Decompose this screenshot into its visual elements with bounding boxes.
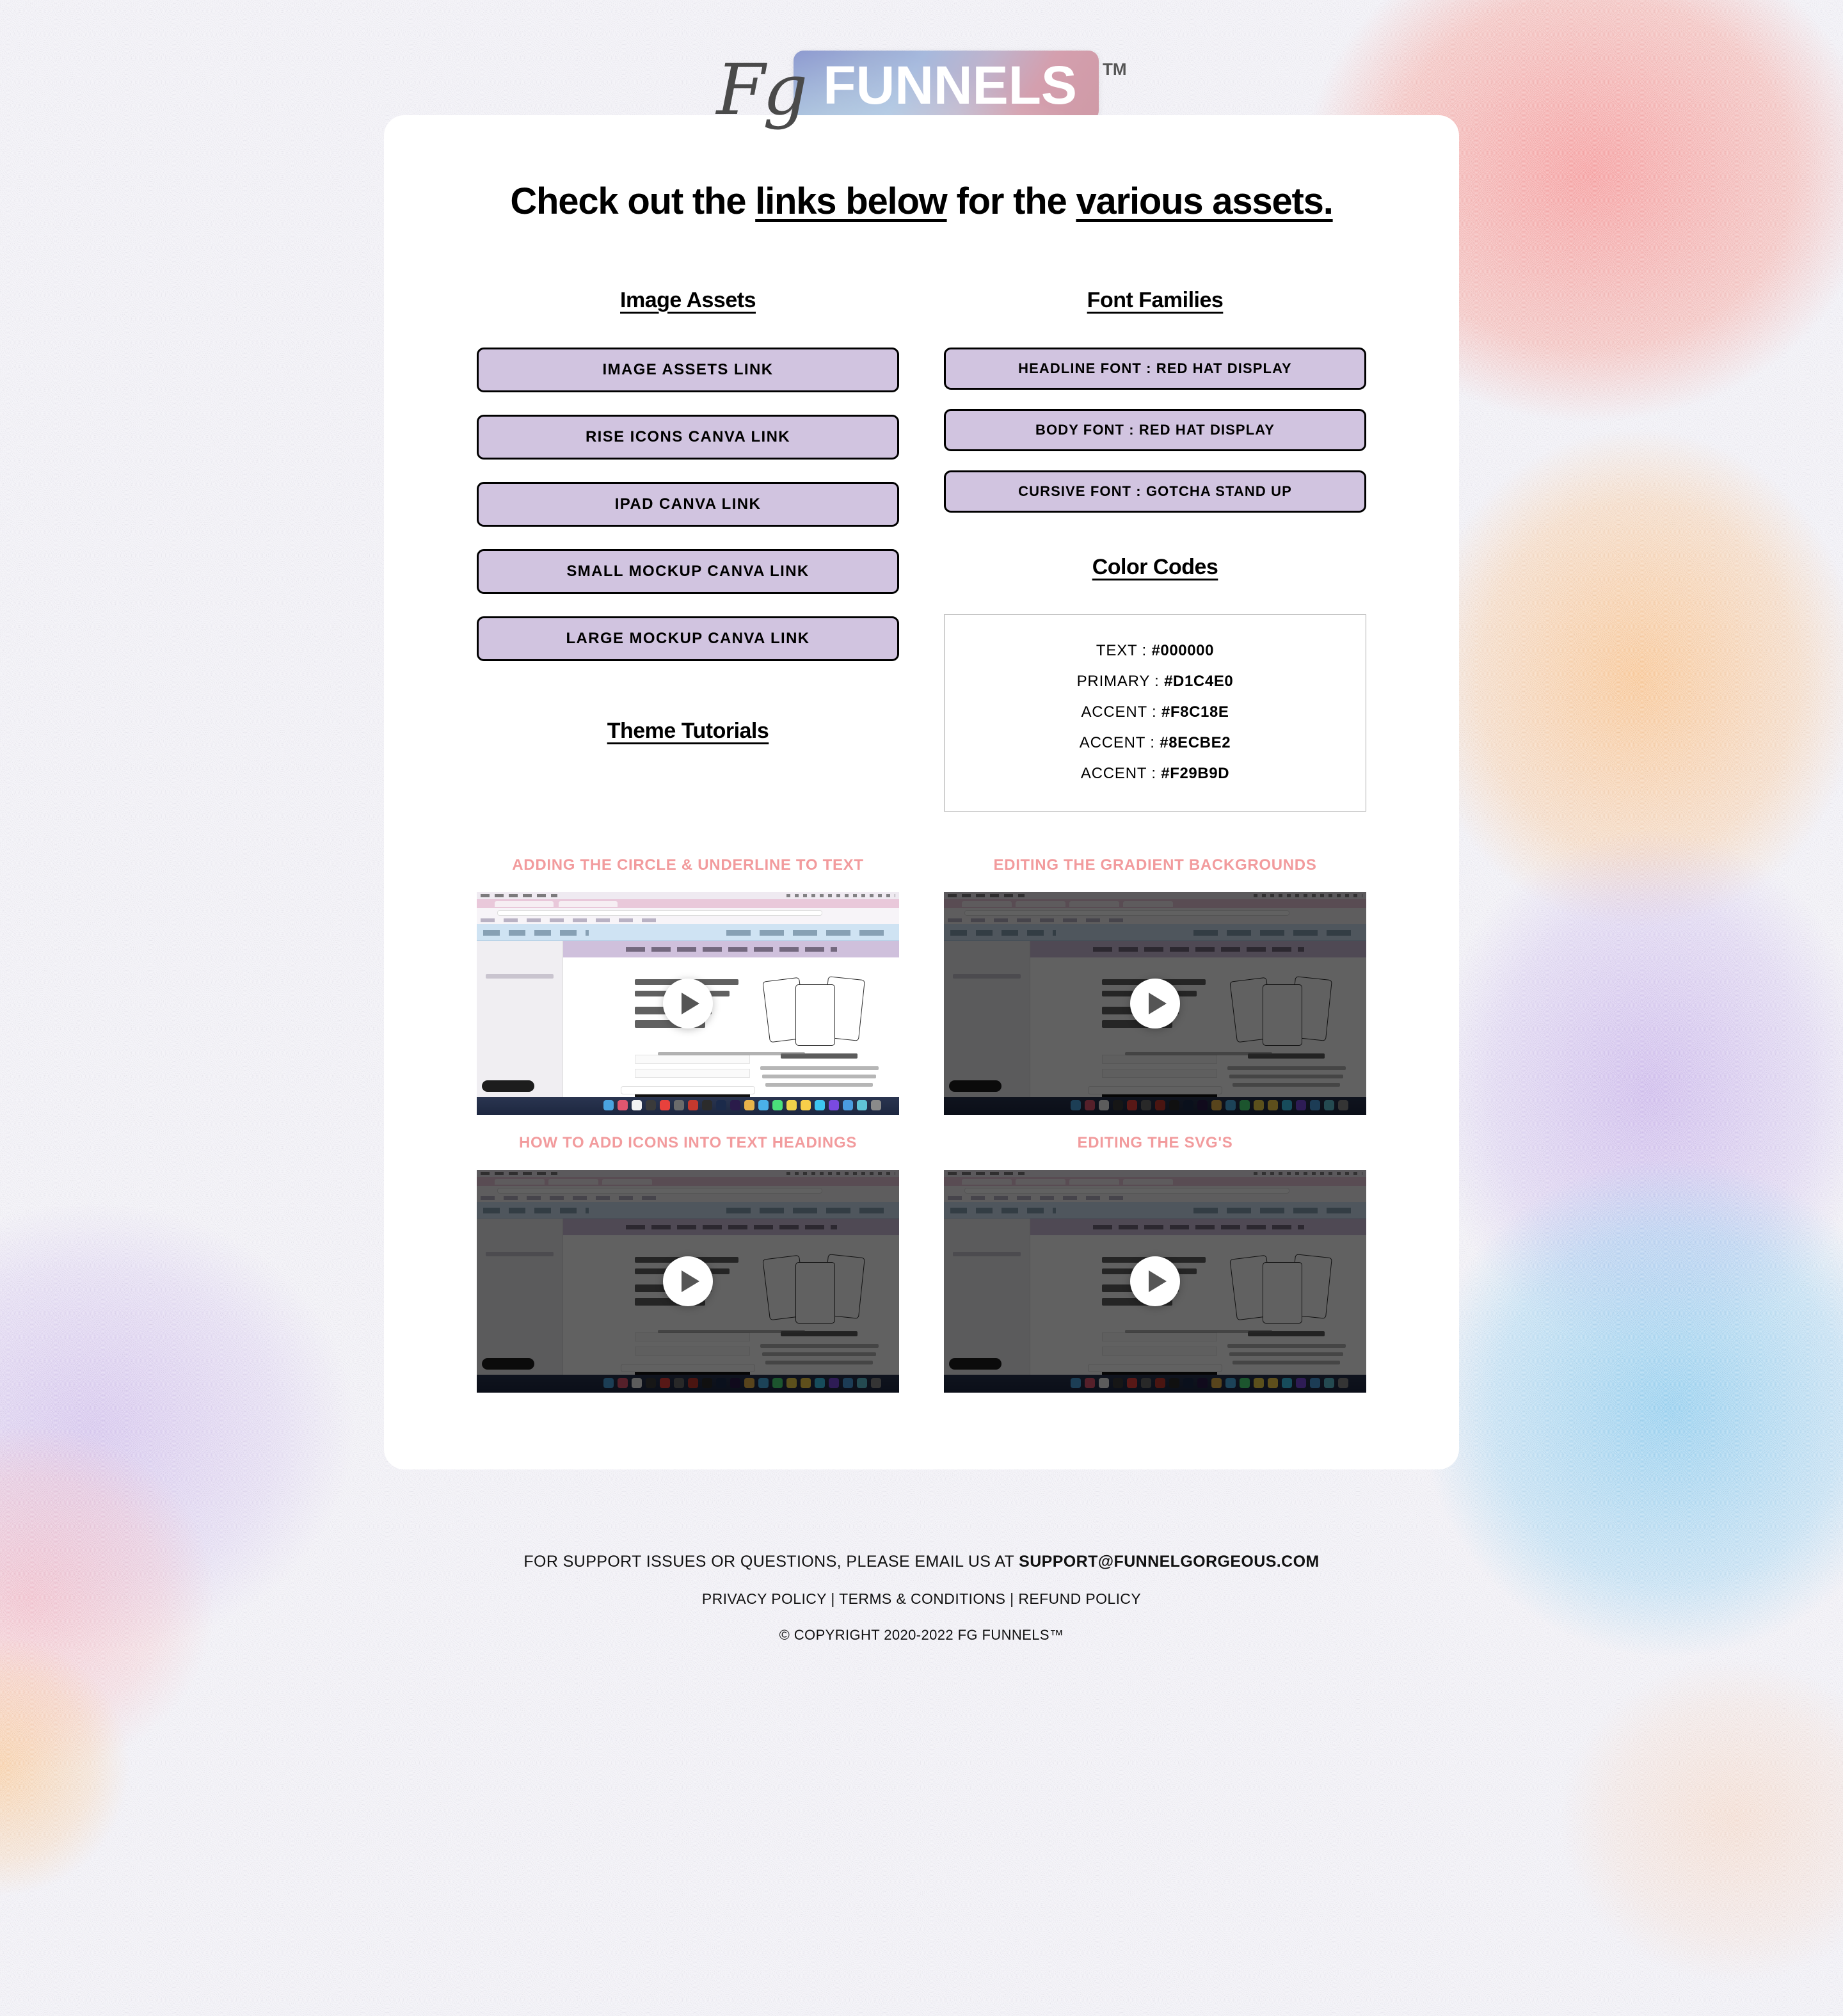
color-row-accent-2-value: #8ECBE2 — [1160, 733, 1231, 751]
left-column-spacer — [477, 684, 899, 719]
tutorial-card-editing-svgs: EDITING THE SVG'S — [944, 1134, 1366, 1393]
ipad-canva-link-label: IPAD CANVA LINK — [614, 495, 762, 513]
browser-bookmarks-bar — [477, 916, 899, 924]
screen-share-bar — [621, 1085, 755, 1094]
logo-inner: Fg FUNNELS TM — [717, 51, 1127, 125]
page-root: Fg FUNNELS TM Check out the links below … — [0, 0, 1843, 1695]
footer-support-line: FOR SUPPORT ISSUES OR QUESTIONS, PLEASE … — [0, 1553, 1843, 1571]
headline-font-button[interactable]: HEADLINE FONT : RED HAT DISPLAY — [944, 347, 1366, 390]
tutorial-card-circle-underline: ADDING THE CIRCLE & UNDERLINE TO TEXT — [477, 856, 899, 1115]
color-row-text-label: TEXT : — [1096, 641, 1152, 659]
content-card: Check out the links below for the variou… — [384, 115, 1459, 1469]
color-row-text: TEXT : #000000 — [945, 636, 1366, 666]
tutorial-title-gradient-backgrounds: EDITING THE GRADIENT BACKGROUNDS — [993, 856, 1317, 874]
headline-part-2: for the — [946, 180, 1076, 222]
section-heading-theme-tutorials: Theme Tutorials — [607, 718, 769, 743]
footer-support-prefix: FOR SUPPORT ISSUES OR QUESTIONS, PLEASE … — [523, 1552, 1019, 1571]
headline-font-label: HEADLINE FONT : RED HAT DISPLAY — [1018, 360, 1292, 376]
color-row-primary: PRIMARY : #D1C4E0 — [945, 666, 1366, 697]
play-button-icon[interactable] — [1130, 978, 1180, 1028]
image-assets-link-button[interactable]: IMAGE ASSETS LINK — [477, 347, 899, 392]
site-logo[interactable]: Fg FUNNELS TM — [0, 0, 1843, 125]
color-row-accent-1: ACCENT : #F8C18E — [945, 697, 1366, 728]
mac-menu-bar — [477, 892, 899, 899]
logo-wordmark: FUNNELS — [823, 55, 1077, 115]
canvas-footer-note — [563, 1052, 899, 1075]
page-footer: FOR SUPPORT ISSUES OR QUESTIONS, PLEASE … — [0, 1469, 1843, 1695]
rise-icons-canva-link-label: RISE ICONS CANVA LINK — [585, 428, 791, 445]
tutorial-title-circle-underline: ADDING THE CIRCLE & UNDERLINE TO TEXT — [512, 856, 864, 874]
builder-toolbar — [477, 924, 899, 941]
tutorial-card-icons-in-headings: HOW TO ADD ICONS INTO TEXT HEADINGS — [477, 1134, 899, 1393]
two-column-layout: Image Assets IMAGE ASSETS LINK RISE ICON… — [384, 288, 1459, 812]
play-button-icon[interactable] — [663, 1256, 713, 1306]
canvas-top-ribbon — [563, 940, 899, 957]
left-column: Image Assets IMAGE ASSETS LINK RISE ICON… — [477, 288, 899, 812]
theme-tutorials-grid: ADDING THE CIRCLE & UNDERLINE TO TEXT ED… — [384, 856, 1459, 1393]
builder-canvas — [563, 940, 899, 1101]
cursive-font-label: CURSIVE FONT : GOTCHA STAND UP — [1018, 483, 1292, 499]
section-heading-image-assets: Image Assets — [620, 287, 756, 312]
color-row-accent-3-label: ACCENT : — [1080, 764, 1161, 782]
large-mockup-canva-link-label: LARGE MOCKUP CANVA LINK — [566, 629, 810, 647]
footer-privacy-policy-link[interactable]: PRIVACY POLICY — [702, 1590, 827, 1607]
footer-refund-policy-link[interactable]: REFUND POLICY — [1018, 1590, 1141, 1607]
logo-trademark-icon: TM — [1102, 60, 1127, 79]
color-row-primary-label: PRIMARY : — [1076, 672, 1165, 690]
builder-left-panel — [477, 940, 563, 1097]
play-button-icon[interactable] — [1130, 1256, 1180, 1306]
tutorial-video-thumbnail-editing-svgs[interactable] — [944, 1169, 1366, 1393]
cursive-font-button[interactable]: CURSIVE FONT : GOTCHA STAND UP — [944, 470, 1366, 513]
canvas-tablet-mockups — [762, 974, 868, 1046]
tutorial-video-thumbnail-gradient-backgrounds[interactable] — [944, 892, 1366, 1115]
browser-url-bar — [477, 908, 899, 916]
play-button-icon[interactable] — [663, 978, 713, 1028]
color-codes-panel: TEXT : #000000 PRIMARY : #D1C4E0 ACCENT … — [944, 614, 1366, 812]
footer-support-email[interactable]: SUPPORT@FUNNELGORGEOUS.COM — [1019, 1553, 1320, 1571]
tutorial-card-gradient-backgrounds: EDITING THE GRADIENT BACKGROUNDS — [944, 856, 1366, 1115]
color-row-accent-3-value: #F29B9D — [1161, 764, 1230, 782]
browser-tab-strip — [477, 899, 899, 908]
color-row-primary-value: #D1C4E0 — [1164, 672, 1234, 690]
rise-icons-canva-link-button[interactable]: RISE ICONS CANVA LINK — [477, 414, 899, 460]
tutorial-video-thumbnail-icons-in-headings[interactable] — [477, 1169, 899, 1393]
color-row-accent-1-label: ACCENT : — [1081, 703, 1161, 721]
right-column-spacer — [944, 532, 1366, 555]
large-mockup-canva-link-button[interactable]: LARGE MOCKUP CANVA LINK — [477, 616, 899, 661]
color-row-accent-3: ACCENT : #F29B9D — [945, 758, 1366, 789]
logo-gradient-badge: FUNNELS — [794, 51, 1099, 121]
small-mockup-canva-link-button[interactable]: SMALL MOCKUP CANVA LINK — [477, 548, 899, 594]
footer-separator-1: | — [826, 1590, 840, 1607]
footer-separator-2: | — [1005, 1590, 1019, 1607]
color-row-text-value: #000000 — [1151, 641, 1215, 659]
screen-recorder-controls — [482, 1080, 534, 1092]
right-column: Font Families HEADLINE FONT : RED HAT DI… — [944, 288, 1366, 812]
color-row-accent-2-label: ACCENT : — [1079, 733, 1160, 751]
tutorial-video-thumbnail-circle-underline[interactable] — [477, 892, 899, 1115]
page-title: Check out the links below for the variou… — [384, 179, 1459, 224]
headline-part-1: Check out the — [510, 180, 756, 222]
headline-emphasis-1: links below — [755, 180, 948, 222]
footer-terms-link[interactable]: TERMS & CONDITIONS — [839, 1590, 1005, 1607]
logo-script-mark: Fg — [716, 49, 808, 131]
image-assets-link-label: IMAGE ASSETS LINK — [602, 360, 774, 378]
color-row-accent-2: ACCENT : #8ECBE2 — [945, 728, 1366, 758]
footer-copyright: © COPYRIGHT 2020-2022 FG FUNNELS™ — [779, 1626, 1064, 1643]
footer-policy-links: PRIVACY POLICY | TERMS & CONDITIONS | RE… — [0, 1590, 1843, 1608]
body-font-label: BODY FONT : RED HAT DISPLAY — [1035, 421, 1275, 438]
ipad-canva-link-button[interactable]: IPAD CANVA LINK — [477, 481, 899, 527]
tutorial-title-icons-in-headings: HOW TO ADD ICONS INTO TEXT HEADINGS — [518, 1133, 858, 1151]
body-font-button[interactable]: BODY FONT : RED HAT DISPLAY — [944, 408, 1366, 451]
tutorial-title-editing-svgs: EDITING THE SVG'S — [1077, 1133, 1233, 1151]
color-row-accent-1-value: #F8C18E — [1161, 703, 1229, 721]
mac-dock — [477, 1096, 899, 1115]
small-mockup-canva-link-label: SMALL MOCKUP CANVA LINK — [566, 562, 810, 580]
section-heading-color-codes: Color Codes — [1092, 554, 1218, 579]
headline-emphasis-2: various assets. — [1076, 180, 1333, 222]
section-heading-font-families: Font Families — [1087, 287, 1224, 312]
